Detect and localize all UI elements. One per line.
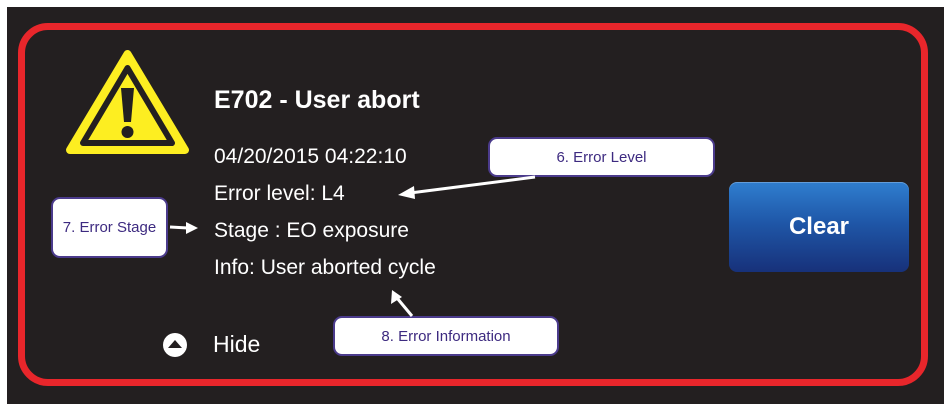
error-info-text: Info: User aborted cycle: [214, 256, 436, 279]
error-stage-text: Stage : EO exposure: [214, 219, 409, 242]
error-title: E702 - User abort: [214, 86, 420, 114]
warning-triangle-icon: [66, 50, 189, 154]
callout-error-information: 8. Error Information: [333, 316, 559, 356]
callout-error-stage: 7. Error Stage: [51, 197, 168, 258]
callout-error-level: 6. Error Level: [488, 137, 715, 177]
chevron-up-circle-icon[interactable]: [163, 332, 187, 357]
hide-label[interactable]: Hide: [213, 331, 260, 358]
hide-toggle[interactable]: Hide: [163, 331, 260, 358]
error-level-text: Error level: L4: [214, 182, 345, 205]
error-timestamp: 04/20/2015 04:22:10: [214, 145, 407, 168]
clear-button[interactable]: Clear: [729, 182, 909, 272]
